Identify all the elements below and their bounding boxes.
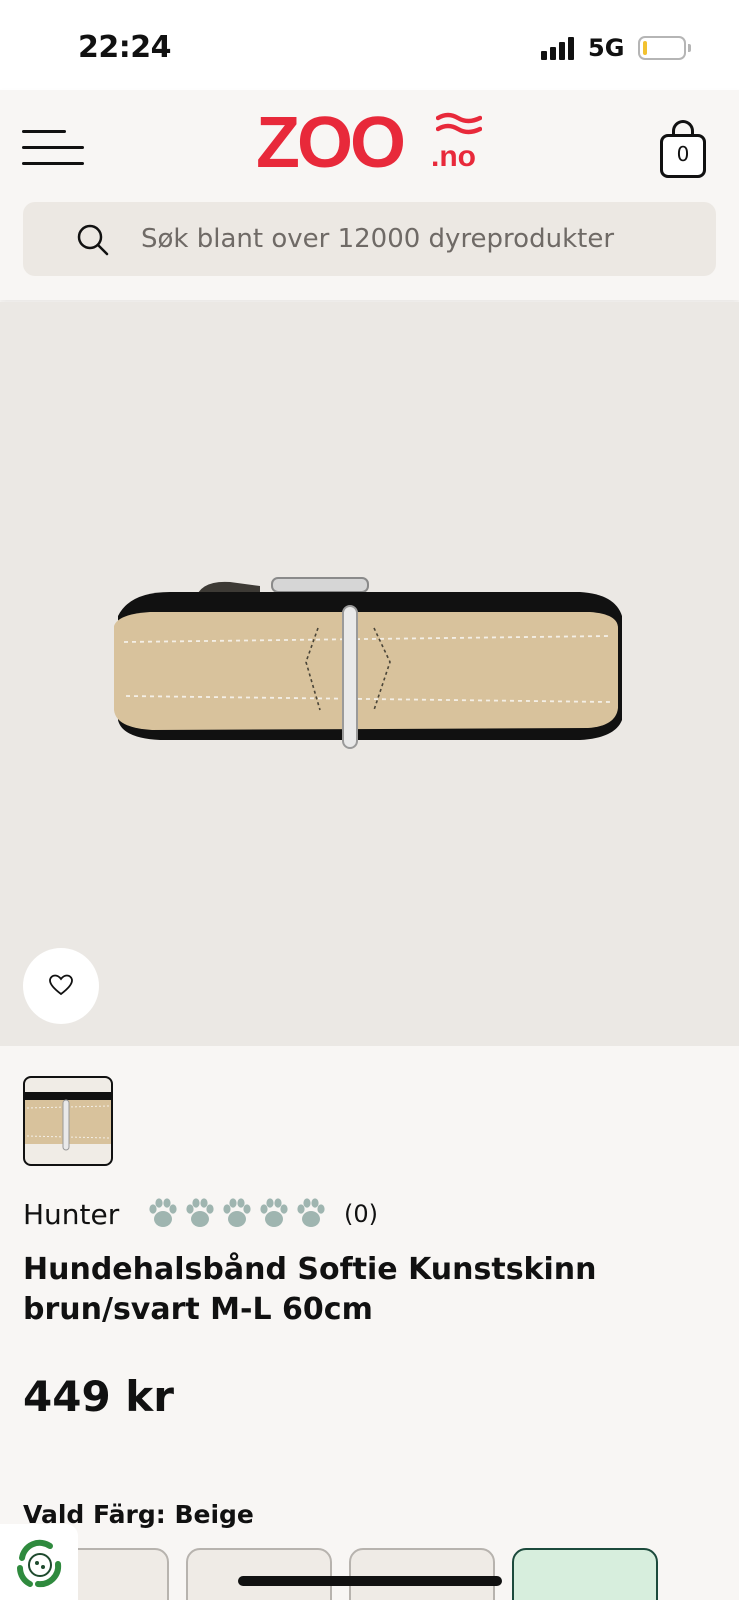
eco-badge[interactable] xyxy=(0,1524,78,1600)
hamburger-line xyxy=(22,146,84,149)
paw-icon xyxy=(260,1198,288,1227)
search-placeholder: Søk blant over 12000 dyreprodukter xyxy=(141,224,615,254)
home-indicator xyxy=(238,1576,502,1586)
favorite-button[interactable] xyxy=(23,948,99,1024)
status-time: 22:24 xyxy=(78,30,172,65)
cart-count: 0 xyxy=(676,142,690,166)
menu-button[interactable] xyxy=(22,126,84,170)
product-brand-link[interactable]: Hunter xyxy=(23,1198,119,1231)
product-price: 449 kr xyxy=(23,1372,174,1421)
paw-icon xyxy=(223,1198,251,1227)
paw-icon xyxy=(297,1198,325,1227)
search-icon xyxy=(77,224,109,256)
search-input[interactable]: Søk blant over 12000 dyreprodukter xyxy=(23,202,716,276)
color-swatch-selected[interactable] xyxy=(512,1548,658,1600)
logo-waves-icon xyxy=(436,112,482,135)
heart-icon xyxy=(49,974,73,996)
paw-icon xyxy=(186,1198,214,1227)
paw-icon xyxy=(149,1198,177,1227)
product-image-collar xyxy=(114,577,622,749)
product-image-gallery[interactable] xyxy=(0,302,739,1046)
recycle-icon xyxy=(17,1539,62,1588)
site-logo[interactable]: ZOO .no xyxy=(256,103,486,183)
logo-suffix: .no xyxy=(431,140,476,173)
site-header: ZOO .no 0 Søk blant over 12000 dyreprodu… xyxy=(0,90,739,300)
rating-count[interactable]: (0) xyxy=(344,1200,378,1228)
thumbnail-collar-image xyxy=(25,1092,111,1151)
hamburger-line xyxy=(22,162,84,165)
battery-nub xyxy=(688,44,691,52)
rating-paws xyxy=(146,1196,336,1232)
product-thumbnail[interactable] xyxy=(23,1076,113,1166)
color-swatch[interactable] xyxy=(349,1548,495,1600)
battery-level xyxy=(643,41,647,55)
product-title: Hundehalsbånd Softie Kunstskinn brun/sva… xyxy=(23,1252,597,1327)
battery-icon xyxy=(638,36,686,60)
color-swatch[interactable] xyxy=(186,1548,332,1600)
logo-wordmark: ZOO xyxy=(256,103,406,183)
status-bar: 22:24 5G xyxy=(0,0,739,90)
network-type: 5G xyxy=(588,34,625,62)
signal-icon xyxy=(541,36,577,60)
variant-selected-value: Beige xyxy=(174,1500,254,1529)
cart-button[interactable]: 0 xyxy=(658,118,710,180)
hamburger-icon xyxy=(22,130,66,133)
